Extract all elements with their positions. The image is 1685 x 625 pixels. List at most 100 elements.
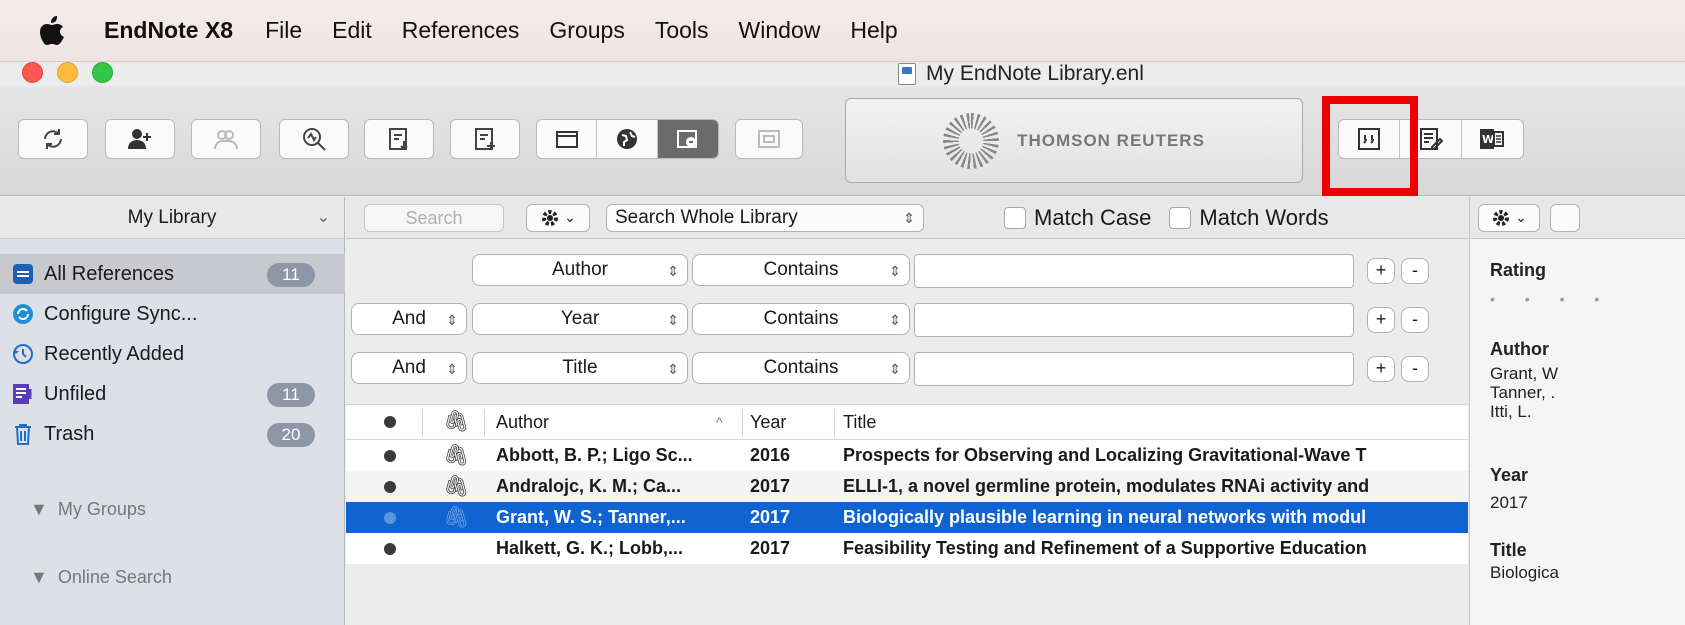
menu-help[interactable]: Help — [850, 17, 897, 44]
search-options-button[interactable]: ⌄ — [526, 203, 590, 232]
author-cell: Halkett, G. K.; Lobb,... — [496, 538, 684, 558]
title-value[interactable]: Biologica — [1490, 563, 1559, 582]
remove-search-row-button[interactable]: - — [1401, 258, 1429, 284]
menu-app-name[interactable]: EndNote X8 — [104, 17, 233, 44]
author-value[interactable]: Tanner, . — [1490, 383, 1555, 402]
edit-document-icon — [1419, 128, 1443, 150]
search-operator-select[interactable]: Contains ⇕ — [692, 303, 910, 335]
menu-references[interactable]: References — [402, 17, 520, 44]
author-value[interactable]: Grant, W — [1490, 364, 1558, 383]
groups-button[interactable] — [735, 119, 803, 159]
close-window-button[interactable] — [22, 62, 43, 83]
updown-arrows-icon: ⇕ — [446, 312, 458, 328]
search-row: And ⇕ Year ⇕ Contains ⇕ + - — [346, 303, 1468, 337]
add-search-row-button[interactable]: + — [1367, 307, 1395, 333]
paperclip-icon: 🖇 — [443, 443, 470, 467]
author-value[interactable]: Itti, L. — [1490, 402, 1532, 421]
match-case-checkbox[interactable]: Match Case — [1004, 205, 1151, 231]
menu-file[interactable]: File — [265, 17, 302, 44]
reference-table: 🖇 Author ^ Year Title 🖇 Abbott, B. P.; L… — [346, 404, 1468, 564]
match-words-label: Match Words — [1199, 204, 1329, 230]
title-column-label: Title — [843, 411, 877, 432]
table-row[interactable]: Halkett, G. K.; Lobb,... 2017 Feasibilit… — [346, 533, 1468, 564]
sidebar-item-configure-sync[interactable]: Configure Sync... — [0, 294, 345, 334]
word-insert-button[interactable]: W — [1462, 120, 1523, 158]
search-row: Author ⇕ Contains ⇕ + - — [346, 254, 1468, 288]
menu-window[interactable]: Window — [739, 17, 821, 44]
table-row-selected[interactable]: 🖇 Grant, W. S.; Tanner,... 2017 Biologic… — [346, 502, 1468, 533]
add-search-row-button[interactable]: + — [1367, 356, 1395, 382]
author-cell: Grant, W. S.; Tanner,... — [496, 507, 686, 527]
search-field-select[interactable]: Author ⇕ — [472, 254, 688, 286]
checkbox-box[interactable] — [1169, 206, 1192, 229]
group-header-label: Online Search — [57, 567, 172, 587]
import-button[interactable] — [364, 119, 434, 159]
remove-search-row-button[interactable]: - — [1401, 307, 1429, 333]
search-field-select[interactable]: Title ⇕ — [472, 352, 688, 384]
boolean-operator-select[interactable]: And ⇕ — [351, 303, 467, 335]
sidebar-item-trash[interactable]: Trash 20 — [0, 414, 345, 454]
library-icon — [12, 263, 34, 285]
table-row[interactable]: 🖇 Abbott, B. P.; Ligo Sc... 2016 Prospec… — [346, 440, 1468, 471]
rating-stars[interactable]: • • • • — [1490, 291, 1612, 307]
remove-search-row-button[interactable]: - — [1401, 356, 1429, 382]
match-words-checkbox[interactable]: Match Words — [1169, 204, 1329, 231]
attachment-column-header[interactable]: 🖇 — [443, 405, 470, 439]
word-icon: W — [1480, 129, 1505, 149]
new-reference-button[interactable] — [450, 119, 520, 159]
search-operator-select[interactable]: Contains ⇕ — [692, 254, 910, 286]
find-full-text-button[interactable] — [279, 119, 349, 159]
sidebar-item-unfiled[interactable]: Unfiled 11 — [0, 374, 345, 414]
sidebar-item-all-references[interactable]: All References 11 — [0, 254, 345, 294]
year-value[interactable]: 2017 — [1490, 493, 1528, 512]
preview-options-button[interactable]: ⌄ — [1478, 203, 1540, 232]
table-row[interactable]: 🖇 Andralojc, K. M.; Ca... 2017 ELLI-1, a… — [346, 471, 1468, 502]
share-library-button[interactable] — [105, 119, 175, 159]
search-term-input[interactable] — [914, 352, 1354, 386]
preview-tab-button[interactable] — [1550, 203, 1580, 232]
checkbox-box[interactable] — [1004, 206, 1026, 229]
integrated-library-mode[interactable] — [657, 120, 718, 158]
local-library-mode[interactable] — [537, 120, 598, 158]
share-group-button[interactable] — [191, 119, 261, 159]
read-status-column-header[interactable] — [384, 405, 396, 439]
table-header: 🖇 Author ^ Year Title — [346, 404, 1468, 440]
zoom-window-button[interactable] — [92, 62, 113, 83]
sync-button[interactable] — [18, 119, 88, 159]
sidebar-item-recently-added[interactable]: Recently Added — [0, 334, 345, 374]
search-operator-value: Contains — [763, 357, 839, 378]
rating-label: Rating — [1490, 260, 1546, 280]
apple-icon[interactable] — [0, 15, 104, 46]
window-title: My EndNote Library.enl — [898, 62, 1144, 86]
library-selector[interactable]: My Library ⌄ — [0, 197, 344, 239]
online-search-mode[interactable] — [597, 120, 658, 158]
year-column-header[interactable]: Year — [750, 405, 786, 439]
my-groups-header[interactable]: ▼ My Groups — [30, 499, 146, 520]
quick-search-input[interactable]: Search — [364, 203, 504, 232]
add-search-row-button[interactable]: + — [1367, 258, 1395, 284]
minimize-window-button[interactable] — [57, 62, 78, 83]
online-search-header[interactable]: ▼ Online Search — [30, 567, 172, 588]
menu-tools[interactable]: Tools — [655, 17, 709, 44]
search-bar: Search ⌄ Search Whole Library ⇕ Match Ca… — [346, 197, 1468, 239]
group-header-label: My Groups — [57, 499, 146, 519]
sort-ascending-icon: ^ — [716, 414, 723, 430]
unread-dot-icon — [384, 449, 396, 462]
updown-arrows-icon: ⇕ — [667, 361, 679, 377]
search-scope-select[interactable]: Search Whole Library ⇕ — [606, 203, 924, 232]
author-column-header[interactable]: Author — [496, 405, 549, 439]
highlight-annotation-box — [1322, 96, 1418, 196]
boolean-operator-select[interactable]: And ⇕ — [351, 352, 467, 384]
updown-arrows-icon: ⇕ — [903, 209, 915, 226]
search-field-select[interactable]: Year ⇕ — [472, 303, 688, 335]
search-term-input[interactable] — [914, 254, 1354, 288]
menu-groups[interactable]: Groups — [549, 17, 624, 44]
sidebar-item-label: Trash — [44, 422, 95, 445]
title-column-header[interactable]: Title — [843, 405, 876, 439]
window-controls — [22, 62, 113, 83]
search-term-input[interactable] — [914, 303, 1354, 337]
menu-edit[interactable]: Edit — [332, 17, 372, 44]
match-case-label: Match Case — [1034, 204, 1152, 230]
updown-arrows-icon: ⇕ — [446, 361, 458, 377]
search-operator-select[interactable]: Contains ⇕ — [692, 352, 910, 384]
